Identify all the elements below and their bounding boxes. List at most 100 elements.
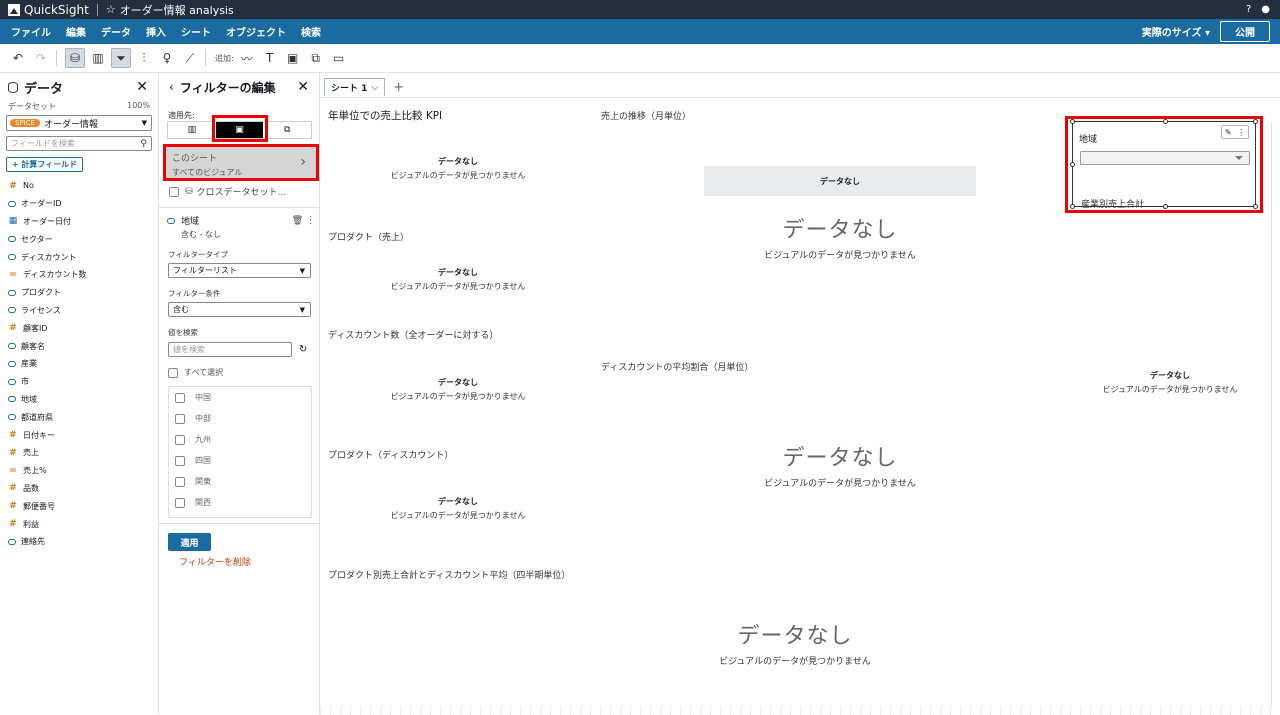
refresh-icon[interactable]: ↻ [299, 344, 307, 355]
value-item[interactable]: 中部 [169, 408, 311, 429]
visual-title-quarter[interactable]: プロダクト別売上合計とディスカウント平均（四半期単位） [328, 568, 570, 581]
quicksight-logo[interactable]: QuickSight [8, 3, 89, 17]
resize-handle[interactable] [1070, 119, 1075, 124]
field-item[interactable]: ライセンス [0, 302, 158, 320]
visual-title-product-discount[interactable]: プロダクト（ディスカウント） [328, 448, 453, 461]
add-control-icon[interactable]: ▭ [329, 48, 349, 68]
scope-all-sheets-icon[interactable]: ⧉ [263, 122, 311, 138]
filter-condition-select[interactable]: 含む ▼ [168, 302, 311, 317]
field-item[interactable]: # No [0, 177, 158, 195]
menu-object[interactable]: オブジェクト [226, 24, 286, 39]
field-item[interactable]: 地域 [0, 391, 158, 409]
field-item[interactable]: = ディスカウント数 [0, 266, 158, 284]
close-icon[interactable]: ✕ [297, 79, 309, 95]
checkbox[interactable] [175, 434, 185, 445]
field-item[interactable]: # 顧客ID [0, 319, 158, 337]
menu-search[interactable]: 検索 [301, 24, 321, 39]
add-image-icon[interactable]: ▣ [283, 48, 303, 68]
resize-handle[interactable] [1253, 119, 1258, 124]
field-search-input[interactable]: フィールドを検索 ⚲ [6, 136, 152, 151]
field-item[interactable]: # 郵便番号 [0, 497, 158, 515]
field-item[interactable]: オーダーID [0, 195, 158, 213]
select-all-checkbox[interactable]: すべて選択 [168, 367, 223, 378]
undo-icon[interactable]: ↶ [8, 48, 28, 68]
value-item[interactable]: 中国 [169, 387, 311, 408]
apply-button[interactable]: 適用 [168, 533, 211, 551]
field-item[interactable]: 市 [0, 373, 158, 391]
field-item[interactable]: 顧客名 [0, 337, 158, 355]
field-item[interactable]: 産業 [0, 355, 158, 373]
field-item[interactable]: # 日付キー [0, 426, 158, 444]
visual-title-discount-count[interactable]: ディスカウント数（全オーダーに対する） [328, 328, 498, 341]
publish-button[interactable]: 公開 [1220, 21, 1270, 42]
back-icon[interactable]: ‹ [169, 80, 174, 94]
user-icon[interactable]: ● [1261, 4, 1270, 15]
filter-item[interactable]: 地域 🗑 ⋮ 含む - なし [167, 214, 315, 240]
checkbox[interactable] [175, 455, 185, 466]
visual-title-trend[interactable]: 売上の推移（月単位） [601, 109, 691, 122]
redo-icon[interactable]: ↷ [31, 48, 51, 68]
resize-handle[interactable] [1163, 119, 1168, 124]
field-item[interactable]: セクター [0, 230, 158, 248]
visual-title-discount-avg[interactable]: ディスカウントの平均割合（月単位） [601, 360, 753, 373]
visualize-icon[interactable]: ▥ [88, 48, 108, 68]
menu-sheet[interactable]: シート [181, 24, 211, 39]
chevron-down-icon[interactable]: ⌵ [371, 83, 378, 93]
help-icon[interactable]: ? [1246, 4, 1251, 15]
more-icon[interactable]: ⋮ [306, 216, 315, 226]
field-item[interactable]: # 利益 [0, 515, 158, 533]
value-item[interactable]: 関東 [169, 471, 311, 492]
scope-dropdown[interactable]: このシート すべてのビジュアル › [163, 144, 319, 181]
region-control[interactable]: 地域 ✎ ⋮ [1070, 119, 1258, 209]
insights-icon[interactable]: ♀ [157, 48, 177, 68]
stories-icon[interactable]: ⟋ [180, 48, 200, 68]
field-item[interactable]: # 売上 [0, 444, 158, 462]
value-item[interactable]: 四国 [169, 450, 311, 471]
checkbox[interactable] [175, 392, 185, 403]
filter-icon[interactable]: ⏷ [111, 48, 131, 68]
tab-sheet-1[interactable]: シート 1 ⌵ [324, 78, 386, 96]
menu-file[interactable]: ファイル [11, 24, 51, 39]
checkbox[interactable] [175, 497, 185, 508]
menu-edit[interactable]: 編集 [66, 24, 86, 39]
field-item[interactable]: ▦ オーダー日付 [0, 213, 158, 231]
filter-type-select[interactable]: フィルターリスト ▼ [168, 263, 311, 278]
field-item[interactable]: = 売上% [0, 462, 158, 480]
more-icon[interactable]: ⋮ [1237, 128, 1245, 137]
star-icon[interactable]: ☆ [106, 3, 116, 16]
add-calculated-field-button[interactable]: + 計算フィールド [6, 157, 83, 172]
value-item[interactable]: 関西 [169, 492, 311, 513]
add-sheet-icon[interactable]: + [393, 80, 404, 95]
checkbox[interactable] [168, 367, 178, 378]
resize-handle[interactable] [1163, 204, 1168, 209]
add-insight-icon[interactable]: ⧉ [306, 48, 326, 68]
close-icon[interactable]: ✕ [136, 79, 148, 95]
value-search-input[interactable]: 値を検索 [168, 342, 292, 357]
visual-title-product-sales[interactable]: プロダクト（売上） [328, 230, 409, 243]
resize-handle[interactable] [1070, 162, 1075, 167]
pencil-icon[interactable]: ✎ [1225, 128, 1232, 137]
parameters-icon[interactable]: ⫶ [134, 48, 154, 68]
add-text-icon[interactable]: T [260, 48, 280, 68]
resize-handle[interactable] [1070, 204, 1075, 209]
scope-single-visual-icon[interactable]: ▥ [168, 122, 216, 138]
checkbox[interactable] [175, 413, 185, 424]
region-dropdown[interactable] [1080, 151, 1250, 165]
menu-data[interactable]: データ [101, 24, 131, 39]
cross-dataset-checkbox[interactable]: ⛁ クロスデータセット… [169, 185, 287, 198]
dataset-select[interactable]: SPICE オーダー情報 ▼ [6, 115, 152, 131]
data-icon[interactable]: ⛁ [65, 48, 85, 68]
checkbox[interactable] [169, 186, 179, 197]
field-item[interactable]: ディスカウント [0, 248, 158, 266]
size-dropdown[interactable]: 実際のサイズ ▾ [1142, 24, 1210, 39]
delete-filter-link[interactable]: フィルターを削除 [179, 555, 251, 568]
trash-icon[interactable]: 🗑 [292, 216, 303, 226]
menu-insert[interactable]: 挿入 [146, 24, 166, 39]
checkbox[interactable] [175, 476, 185, 487]
field-item[interactable]: プロダクト [0, 284, 158, 302]
field-item[interactable]: # 品数 [0, 480, 158, 498]
visual-title-kpi[interactable]: 年単位での売上比較 KPI [328, 108, 442, 123]
field-item[interactable]: 連絡先 [0, 533, 158, 551]
add-visual-icon[interactable]: 〰 [237, 48, 257, 68]
field-item[interactable]: 都道府県 [0, 408, 158, 426]
